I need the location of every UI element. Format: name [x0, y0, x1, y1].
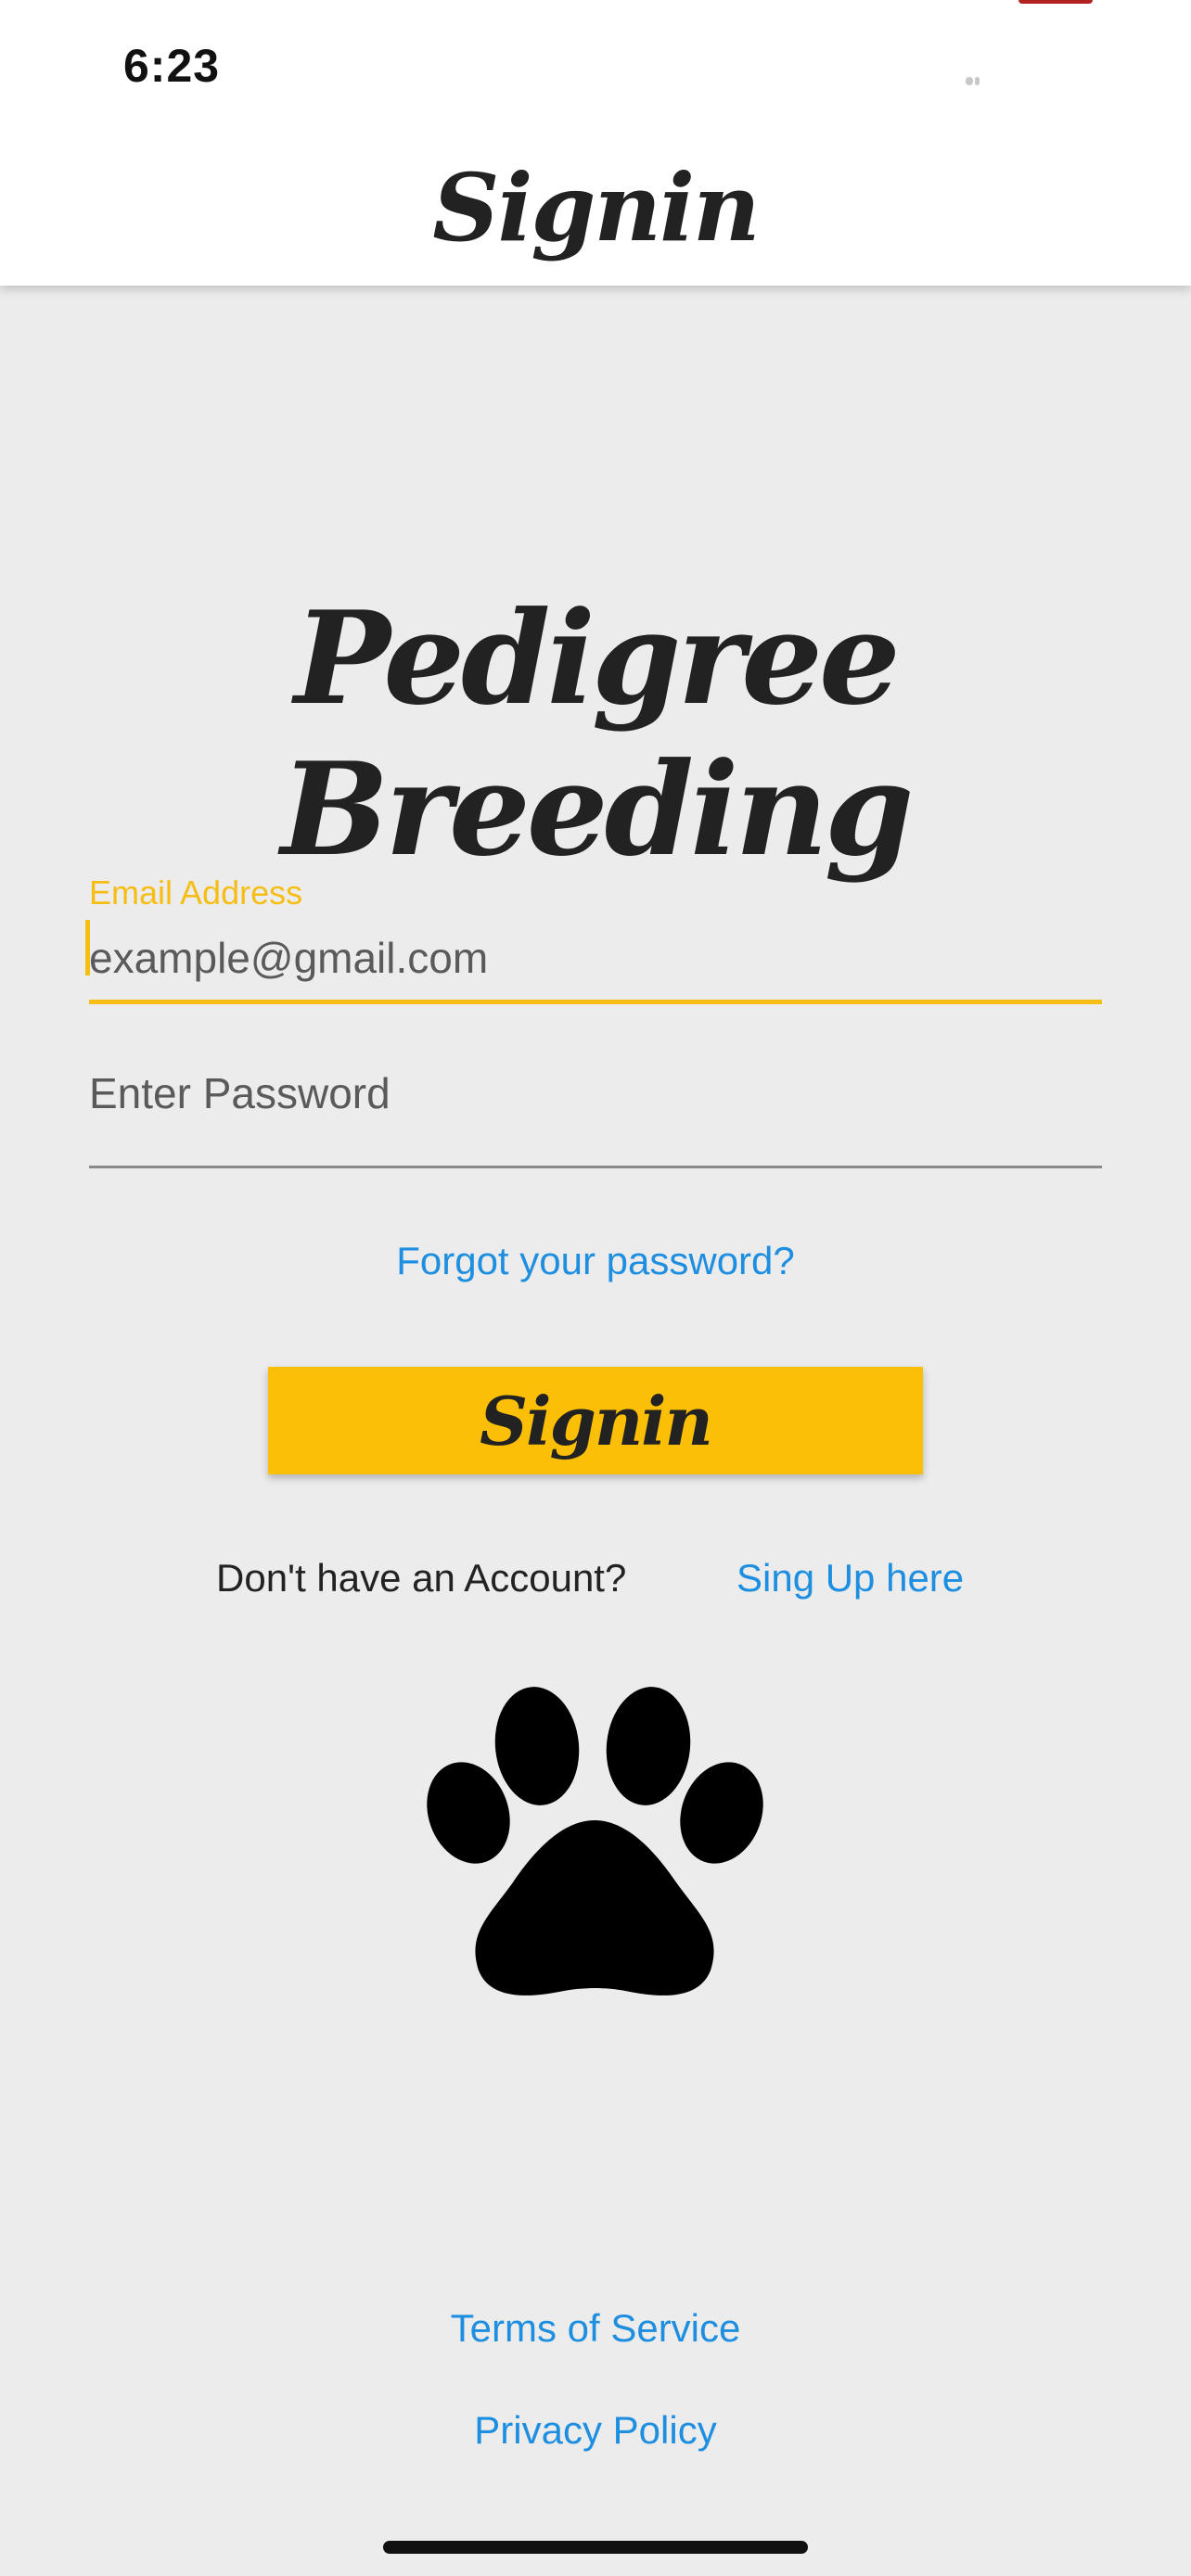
signin-button[interactable]: Signin — [268, 1367, 923, 1474]
app-bar: 6:23 Signin — [0, 0, 1191, 286]
password-field[interactable] — [89, 1057, 1102, 1168]
home-indicator[interactable] — [383, 2541, 808, 2554]
app-title: Pedigree Breeding — [280, 582, 915, 885]
status-indicator — [1018, 0, 1093, 4]
signup-prompt: Don't have an Account? — [216, 1556, 627, 1600]
forgot-password-link[interactable]: Forgot your password? — [0, 1239, 1191, 1283]
page-title: Signin — [432, 153, 761, 262]
privacy-policy-link[interactable]: Privacy Policy — [0, 2408, 1191, 2453]
signal-icon — [966, 77, 984, 86]
signup-link[interactable]: Sing Up here — [736, 1556, 964, 1600]
text-caret — [85, 920, 90, 976]
status-time: 6:23 — [123, 40, 221, 92]
paw-icon — [427, 1687, 763, 1996]
email-field[interactable] — [89, 916, 1102, 1004]
terms-of-service-link[interactable]: Terms of Service — [0, 2306, 1191, 2351]
email-label: Email Address — [89, 874, 303, 912]
